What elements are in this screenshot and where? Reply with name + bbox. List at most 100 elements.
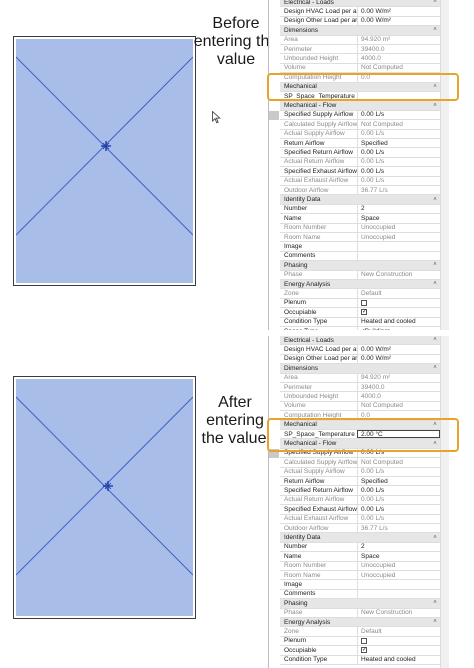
group-header-electrical-loads[interactable]: Electrical - Loads ˄ (280, 336, 440, 346)
property-row-occupiable[interactable]: Occupiable ✓ (280, 646, 440, 656)
panel-scrollbar[interactable] (440, 0, 449, 330)
property-value[interactable]: 0.00 W/m² (357, 345, 440, 354)
space-view-after[interactable] (13, 376, 196, 619)
property-row-comments[interactable]: Comments (280, 589, 440, 600)
property-row-area: Area 94.920 m² (280, 35, 440, 45)
property-value[interactable] (357, 636, 440, 646)
property-row-design-other-load-per-area[interactable]: Design Other Load per area 0.00 W/m² (280, 354, 440, 365)
group-header-energy-analysis[interactable]: Energy Analysis ˄ (280, 618, 440, 628)
property-value[interactable]: ✓ (357, 646, 440, 655)
property-value[interactable]: Heated and cooled (357, 317, 440, 326)
property-value[interactable]: 0.00 L/s (357, 167, 440, 176)
caption-line: entering the (193, 33, 279, 50)
property-value[interactable] (357, 580, 440, 589)
property-value[interactable]: 2 (357, 542, 440, 552)
property-name: Outdoor Airflow (284, 524, 329, 532)
property-row-image[interactable]: Image (280, 580, 440, 590)
property-row-return-airflow[interactable]: Return Airflow Specified (280, 477, 440, 487)
collapse-chevron-icon[interactable]: ˄ (430, 337, 440, 343)
property-name: Actual Return Airflow (284, 158, 345, 166)
property-value: 36.77 L/s (357, 186, 440, 195)
property-row-condition-type[interactable]: Condition Type Heated and cooled (280, 317, 440, 327)
property-value[interactable]: Heated and cooled (357, 655, 440, 664)
group-header-dimensions[interactable]: Dimensions ˄ (280, 364, 440, 374)
property-row-plenum[interactable]: Plenum (280, 298, 440, 309)
space-view-before[interactable] (13, 36, 196, 286)
group-header-phasing[interactable]: Phasing ˄ (280, 261, 440, 271)
property-row-comments[interactable]: Comments (280, 251, 440, 262)
property-value[interactable]: 0.00 L/s (357, 110, 440, 120)
property-row-design-hvac-load-per-area[interactable]: Design HVAC Load per area0.00 W/m² (280, 7, 440, 17)
property-row-number[interactable]: Number 2 (280, 204, 440, 215)
property-row-occupiable[interactable]: Occupiable ✓ (280, 308, 440, 318)
property-value[interactable] (357, 589, 440, 599)
property-value: 0.00 L/s (357, 514, 440, 523)
collapse-chevron-icon[interactable]: ˄ (430, 262, 440, 268)
collapse-chevron-icon[interactable]: ˄ (430, 600, 440, 606)
property-name: Design HVAC Load per area (284, 8, 357, 16)
group-header-mechanical-flow[interactable]: Mechanical - Flow ˄ (280, 101, 440, 111)
property-value[interactable]: 0.00 W/m² (357, 16, 440, 26)
collapse-chevron-icon[interactable]: ˄ (430, 365, 440, 371)
properties-panel-before[interactable]: Electrical - Loads ˄ Design HVAC Load per … (268, 0, 449, 330)
group-header-dimensions[interactable]: Dimensions ˄ (280, 26, 440, 36)
property-row-design-other-load-per-area[interactable]: Design Other Load per area 0.00 W/m² (280, 16, 440, 27)
group-header-phasing[interactable]: Phasing ˄ (280, 599, 440, 609)
checkbox[interactable] (361, 637, 367, 644)
checked-checkbox[interactable]: ✓ (361, 309, 367, 316)
property-value[interactable]: Space (357, 552, 440, 561)
property-value[interactable]: <Building> (357, 327, 440, 330)
property-value[interactable]: 0.00 W/m² (357, 354, 440, 364)
collapse-chevron-icon[interactable]: ˄ (430, 535, 440, 541)
collapse-chevron-icon[interactable]: ˄ (430, 27, 440, 33)
property-value[interactable]: Space (357, 214, 440, 223)
property-row-perimeter: Perimeter 39400.0 (280, 383, 440, 393)
checked-checkbox[interactable]: ✓ (361, 647, 367, 654)
property-row-image[interactable]: Image (280, 242, 440, 252)
property-name: Volume (284, 402, 306, 410)
property-value[interactable]: 0.00 L/s (357, 486, 440, 495)
property-row-name[interactable]: Name Space (280, 214, 440, 224)
group-header-electrical-loads[interactable]: Electrical - Loads ˄ (280, 0, 440, 8)
property-row-design-hvac-load-per-area[interactable]: Design HVAC Load per area0.00 W/m² (280, 345, 440, 355)
property-row-room-name: Room Name Unoccupied (280, 571, 440, 581)
property-value[interactable]: 2 (357, 204, 440, 214)
collapse-chevron-icon[interactable]: ˄ (430, 281, 440, 287)
property-value[interactable] (357, 298, 440, 308)
properties-panel-after[interactable]: Electrical - Loads ˄ Design HVAC Load per … (268, 336, 449, 668)
group-header-identity-data[interactable]: Identity Data ˄ (280, 533, 440, 543)
checkbox[interactable] (361, 299, 367, 306)
property-name: Zone (284, 290, 299, 298)
collapse-chevron-icon[interactable]: ˄ (430, 619, 440, 625)
property-row-number[interactable]: Number 2 (280, 542, 440, 553)
property-value[interactable] (357, 251, 440, 261)
collapse-chevron-icon[interactable]: ˄ (430, 197, 440, 203)
property-row-name[interactable]: Name Space (280, 552, 440, 562)
property-row-specified-return-airflow[interactable]: Specified Return Airflow 0.00 L/s (280, 148, 440, 158)
property-name: Room Name (284, 571, 321, 579)
group-header-identity-data[interactable]: Identity Data ˄ (280, 195, 440, 205)
property-row-condition-type[interactable]: Condition Type Heated and cooled (280, 655, 440, 665)
group-header-energy-analysis[interactable]: Energy Analysis ˄ (280, 280, 440, 290)
property-row-space-type[interactable]: Space Type<Building> (280, 327, 440, 330)
collapse-chevron-icon[interactable]: ˄ (430, 0, 440, 5)
property-value[interactable]: 0.00 L/s (357, 505, 440, 514)
property-value[interactable]: Specified (357, 477, 440, 486)
panel-scrollbar[interactable] (440, 336, 449, 668)
property-row-specified-exhaust-airflow[interactable]: Specified Exhaust Airflow 0.00 L/s (280, 167, 440, 177)
property-row-specified-exhaust-airflow[interactable]: Specified Exhaust Airflow 0.00 L/s (280, 505, 440, 515)
property-value[interactable] (357, 242, 440, 251)
property-value[interactable]: ✓ (357, 308, 440, 317)
property-row-plenum[interactable]: Plenum (280, 636, 440, 647)
group-label: Energy Analysis (284, 618, 331, 626)
property-value[interactable]: 0.00 W/m² (357, 7, 440, 16)
property-row-specified-supply-airflow[interactable]: Specified Supply Airflow 0.00 L/s (280, 110, 440, 121)
property-value: Not Computed (357, 120, 440, 129)
collapse-chevron-icon[interactable]: ˄ (430, 103, 440, 109)
property-row-return-airflow[interactable]: Return Airflow Specified (280, 139, 440, 149)
property-value: 94.920 m² (357, 373, 440, 382)
property-value[interactable]: Specified (357, 139, 440, 148)
property-row-specified-return-airflow[interactable]: Specified Return Airflow 0.00 L/s (280, 486, 440, 496)
property-value[interactable]: 0.00 L/s (357, 148, 440, 157)
property-name: Room Name (284, 233, 321, 241)
